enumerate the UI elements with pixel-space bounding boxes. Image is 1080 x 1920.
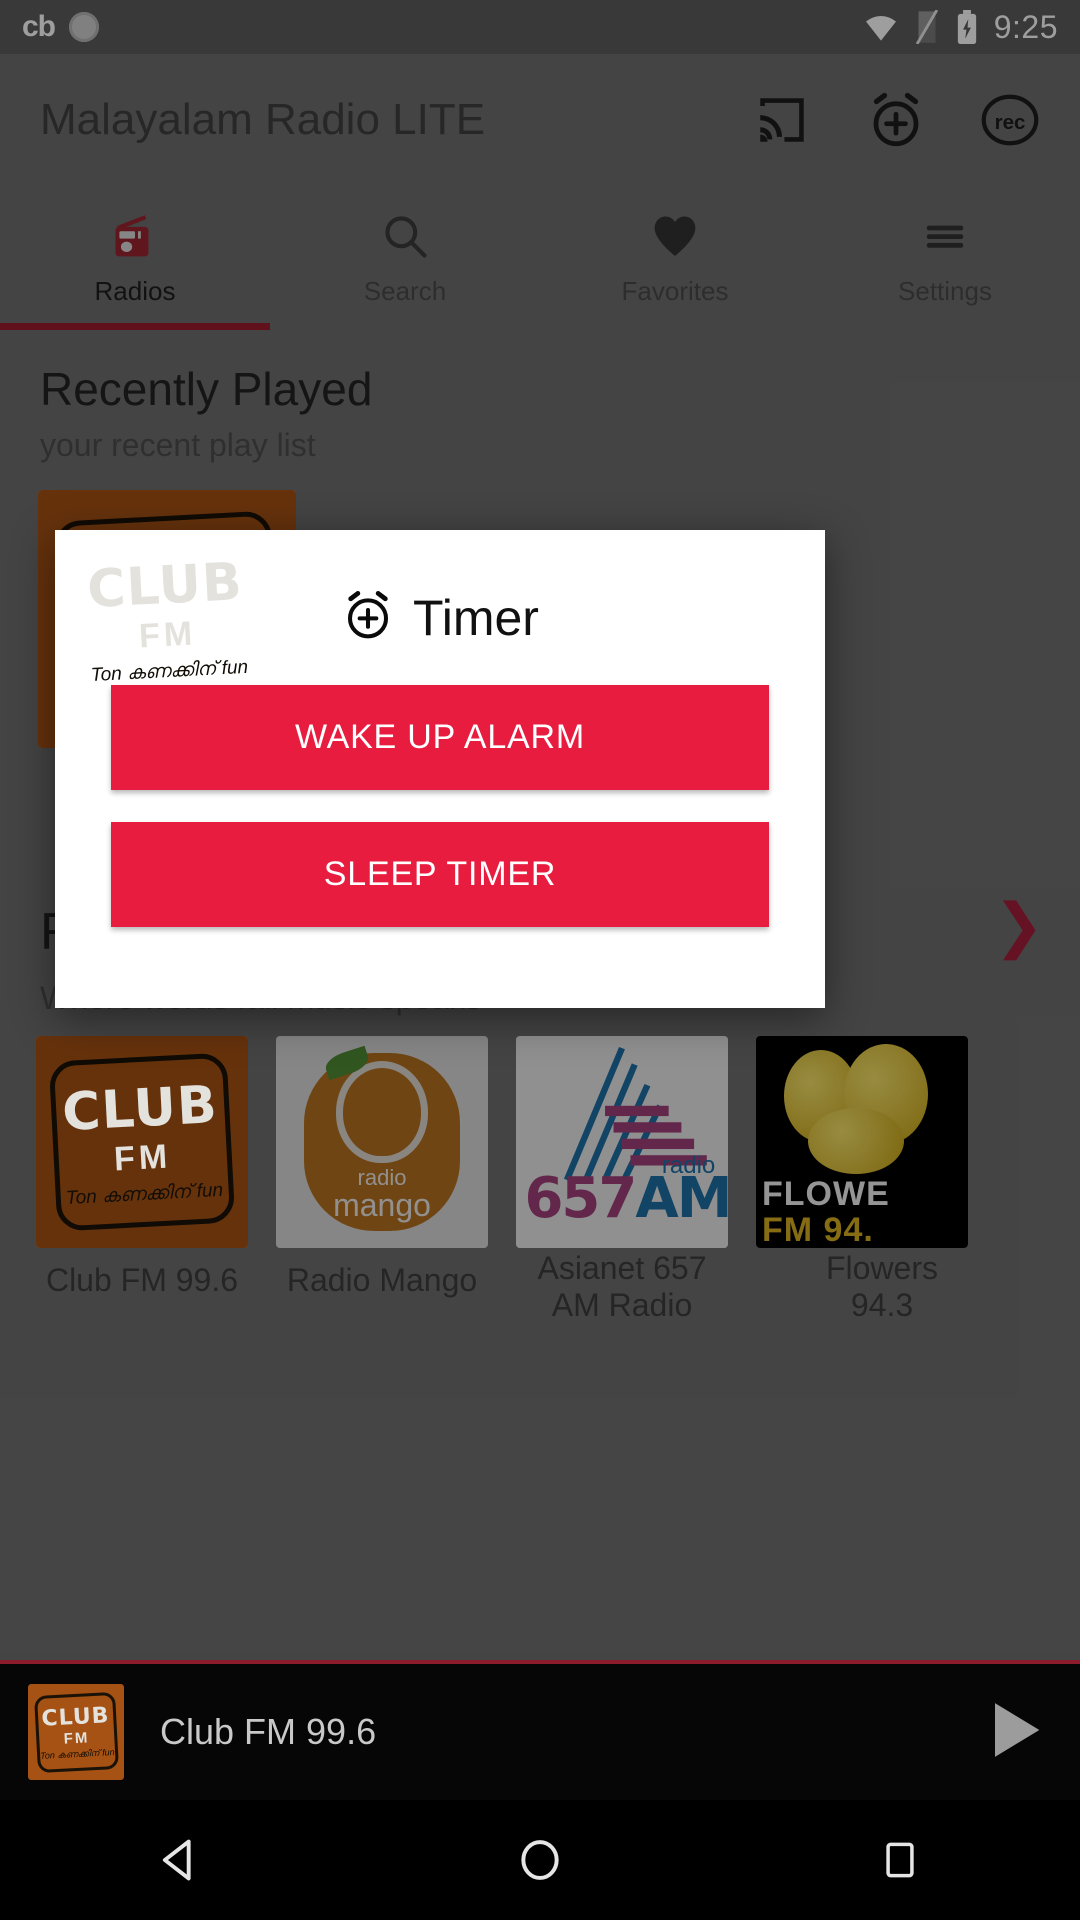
tab-bar: Radios Search Favorites Settings (0, 186, 1080, 330)
cast-icon[interactable] (752, 90, 812, 150)
tab-favorites[interactable]: Favorites (540, 186, 810, 330)
station-label-flowers-fm: Flowers 94.3 (825, 1250, 938, 1323)
radio-mango-artwork: radio mango (276, 1036, 488, 1248)
club-fm-text: CLUB FM Ton കണക്കിന് fun (37, 1702, 115, 1762)
club-fm-artwork: CLUB FM Ton കണക്കിന് fun (28, 1684, 124, 1780)
wake-up-alarm-button[interactable]: WAKE UP ALARM (111, 685, 769, 790)
radio-icon (109, 210, 161, 262)
heart-icon (649, 210, 701, 262)
club-fm-line1: CLUB (40, 1702, 110, 1732)
flowers-fm-line2: FM 94. (762, 1211, 874, 1248)
play-icon[interactable] (976, 1692, 1052, 1773)
station-label-radio-mango: Radio Mango (286, 1262, 478, 1298)
app-bar-actions: rec (752, 90, 1040, 150)
tab-label-settings: Settings (898, 275, 992, 306)
station-tile-radio-mango[interactable]: radio mango (276, 1036, 488, 1248)
club-fm-artwork: CLUB FM Ton കണക്കിന് fun (36, 1036, 248, 1248)
status-bar-right: 9:25 (864, 9, 1058, 46)
asianet-657-digits: 657 (524, 1166, 637, 1232)
alarm-add-icon (341, 588, 395, 647)
alarm-add-icon[interactable] (866, 90, 926, 150)
home-button[interactable] (485, 1800, 595, 1920)
notification-dot-icon (69, 12, 100, 42)
mini-player[interactable]: CLUB FM Ton കണക്കിന് fun Club FM 99.6 (0, 1660, 1080, 1800)
club-fm-line1: CLUB (61, 1074, 220, 1143)
record-icon[interactable]: rec (980, 90, 1040, 150)
mini-player-title: Club FM 99.6 (160, 1711, 377, 1752)
flower-petal-3 (808, 1108, 904, 1174)
mango-fruit-shape (322, 1045, 428, 1164)
flowers-fm-line1: FLOWE (762, 1175, 890, 1213)
recently-played-subtitle: your recent play list (40, 427, 316, 463)
tab-search[interactable]: Search (270, 186, 540, 330)
tab-active-indicator (0, 323, 270, 330)
mango-leaf-shape (322, 1045, 372, 1081)
tab-radios[interactable]: Radios (0, 186, 270, 330)
radio-mango-blob: radio mango (303, 1045, 461, 1232)
radio-mango-line1: radio (357, 1165, 407, 1191)
mini-player-artwork: CLUB FM Ton കണക്കിന് fun (28, 1684, 124, 1780)
status-bar: cb 9:25 (0, 0, 1080, 54)
asianet-657-am: AM (635, 1166, 728, 1232)
sim-card-icon (914, 9, 940, 45)
app-title: Malayalam Radio LITE (40, 95, 486, 144)
recents-button[interactable] (845, 1800, 955, 1920)
phone-screen: cb 9:25 Malayalam Radio LITE rec Radios … (0, 0, 1080, 1920)
club-fm-text: CLUB FM Ton കണക്കിന് fun (85, 551, 249, 686)
station-label-asianet-657: Asianet 657 AM Radio (537, 1250, 707, 1323)
system-nav-bar (0, 1800, 1080, 1920)
club-fm-line1: CLUB (86, 551, 245, 620)
tab-settings[interactable]: Settings (810, 186, 1080, 330)
tab-label-radios: Radios (94, 275, 176, 306)
chevron-right-icon[interactable]: ❯ (994, 896, 1044, 956)
battery-charging-icon (956, 10, 978, 44)
app-badge-cb: cb (22, 10, 56, 43)
asianet-657-artwork: radio 657AM (516, 1036, 728, 1248)
tab-label-search: Search (363, 275, 447, 306)
back-button[interactable] (125, 1800, 235, 1920)
flowers-fm-artwork: FLOWE FM 94. (756, 1036, 968, 1248)
hamburger-menu-icon (919, 210, 971, 262)
search-icon (379, 210, 431, 262)
station-label-club-fm: Club FM 99.6 (45, 1262, 239, 1298)
recently-played-title: Recently Played (40, 363, 373, 415)
tab-label-favorites: Favorites (621, 275, 729, 306)
radio-mango-line2: mango (333, 1187, 431, 1224)
station-tile-asianet-657[interactable]: radio 657AM (516, 1036, 728, 1248)
svg-text:rec: rec (995, 111, 1026, 134)
club-fm-text: CLUB FM Ton കണക്കിന് fun (60, 1074, 224, 1209)
asianet-657-number: 657AM (524, 1166, 728, 1231)
status-bar-left: cb (22, 10, 100, 43)
sleep-timer-button[interactable]: SLEEP TIMER (111, 822, 769, 927)
station-tile-club-fm[interactable]: CLUB FM Ton കണക്കിന് fun (36, 1036, 248, 1248)
dialog-title: Timer (413, 589, 539, 646)
status-bar-clock: 9:25 (993, 8, 1058, 45)
wifi-icon (864, 12, 898, 42)
dialog-title-row: Timer (341, 588, 539, 647)
app-bar: Malayalam Radio LITE rec (0, 54, 1080, 186)
station-tile-flowers-fm[interactable]: FLOWE FM 94. (756, 1036, 968, 1248)
